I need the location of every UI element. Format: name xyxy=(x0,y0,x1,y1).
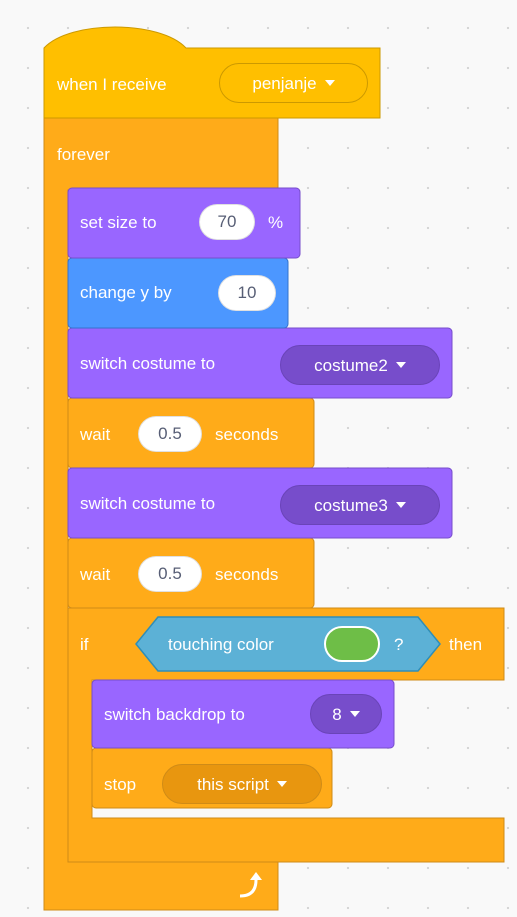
wait-input-2[interactable]: 0.5 xyxy=(138,556,202,592)
color-swatch[interactable] xyxy=(324,626,380,662)
touching-color-label: touching color xyxy=(168,635,274,654)
switch-costume-label-2: switch costume to xyxy=(80,494,216,513)
backdrop-dropdown[interactable]: 8 xyxy=(310,694,382,734)
wait-label-1: wait xyxy=(80,425,111,444)
seconds-label-1: seconds xyxy=(215,425,279,444)
change-y-label: change y by xyxy=(80,283,172,302)
if-label: if xyxy=(80,635,89,654)
question-mark-label: ? xyxy=(394,635,404,654)
message-value: penjanje xyxy=(252,73,317,93)
size-input[interactable]: 70 xyxy=(199,204,255,240)
hat-label: when I receive xyxy=(57,75,167,94)
wait-input-1[interactable]: 0.5 xyxy=(138,416,202,452)
then-label: then xyxy=(449,635,483,654)
set-size-label: set size to xyxy=(80,213,157,232)
stop-option-value: this script xyxy=(197,774,269,794)
costume-dropdown-2[interactable]: costume3 xyxy=(280,485,440,525)
change-y-value: 10 xyxy=(237,283,257,302)
costume-dropdown-1[interactable]: costume2 xyxy=(280,345,440,385)
stop-label: stop xyxy=(104,775,137,794)
chevron-down-icon xyxy=(349,711,360,717)
chevron-down-icon xyxy=(324,80,335,86)
change-y-input[interactable]: 10 xyxy=(218,275,276,311)
size-value: 70 xyxy=(217,212,237,231)
switch-backdrop-label: switch backdrop to xyxy=(104,705,245,724)
wait-label-2: wait xyxy=(80,565,111,584)
backdrop-value: 8 xyxy=(332,704,342,724)
stop-option-dropdown[interactable]: this script xyxy=(162,764,322,804)
costume-value-1: costume2 xyxy=(314,355,388,375)
wait-value-1: 0.5 xyxy=(158,424,182,443)
percent-label: % xyxy=(268,213,284,232)
wait-value-2: 0.5 xyxy=(158,564,182,583)
chevron-down-icon xyxy=(395,362,406,368)
costume-value-2: costume3 xyxy=(314,495,388,515)
chevron-down-icon xyxy=(395,502,406,508)
code-canvas[interactable]: when I receive penjanje forever set size… xyxy=(0,0,517,917)
chevron-down-icon xyxy=(276,781,287,787)
switch-costume-label-1: switch costume to xyxy=(80,354,216,373)
message-dropdown[interactable]: penjanje xyxy=(219,63,368,103)
forever-label: forever xyxy=(57,145,110,164)
seconds-label-2: seconds xyxy=(215,565,279,584)
